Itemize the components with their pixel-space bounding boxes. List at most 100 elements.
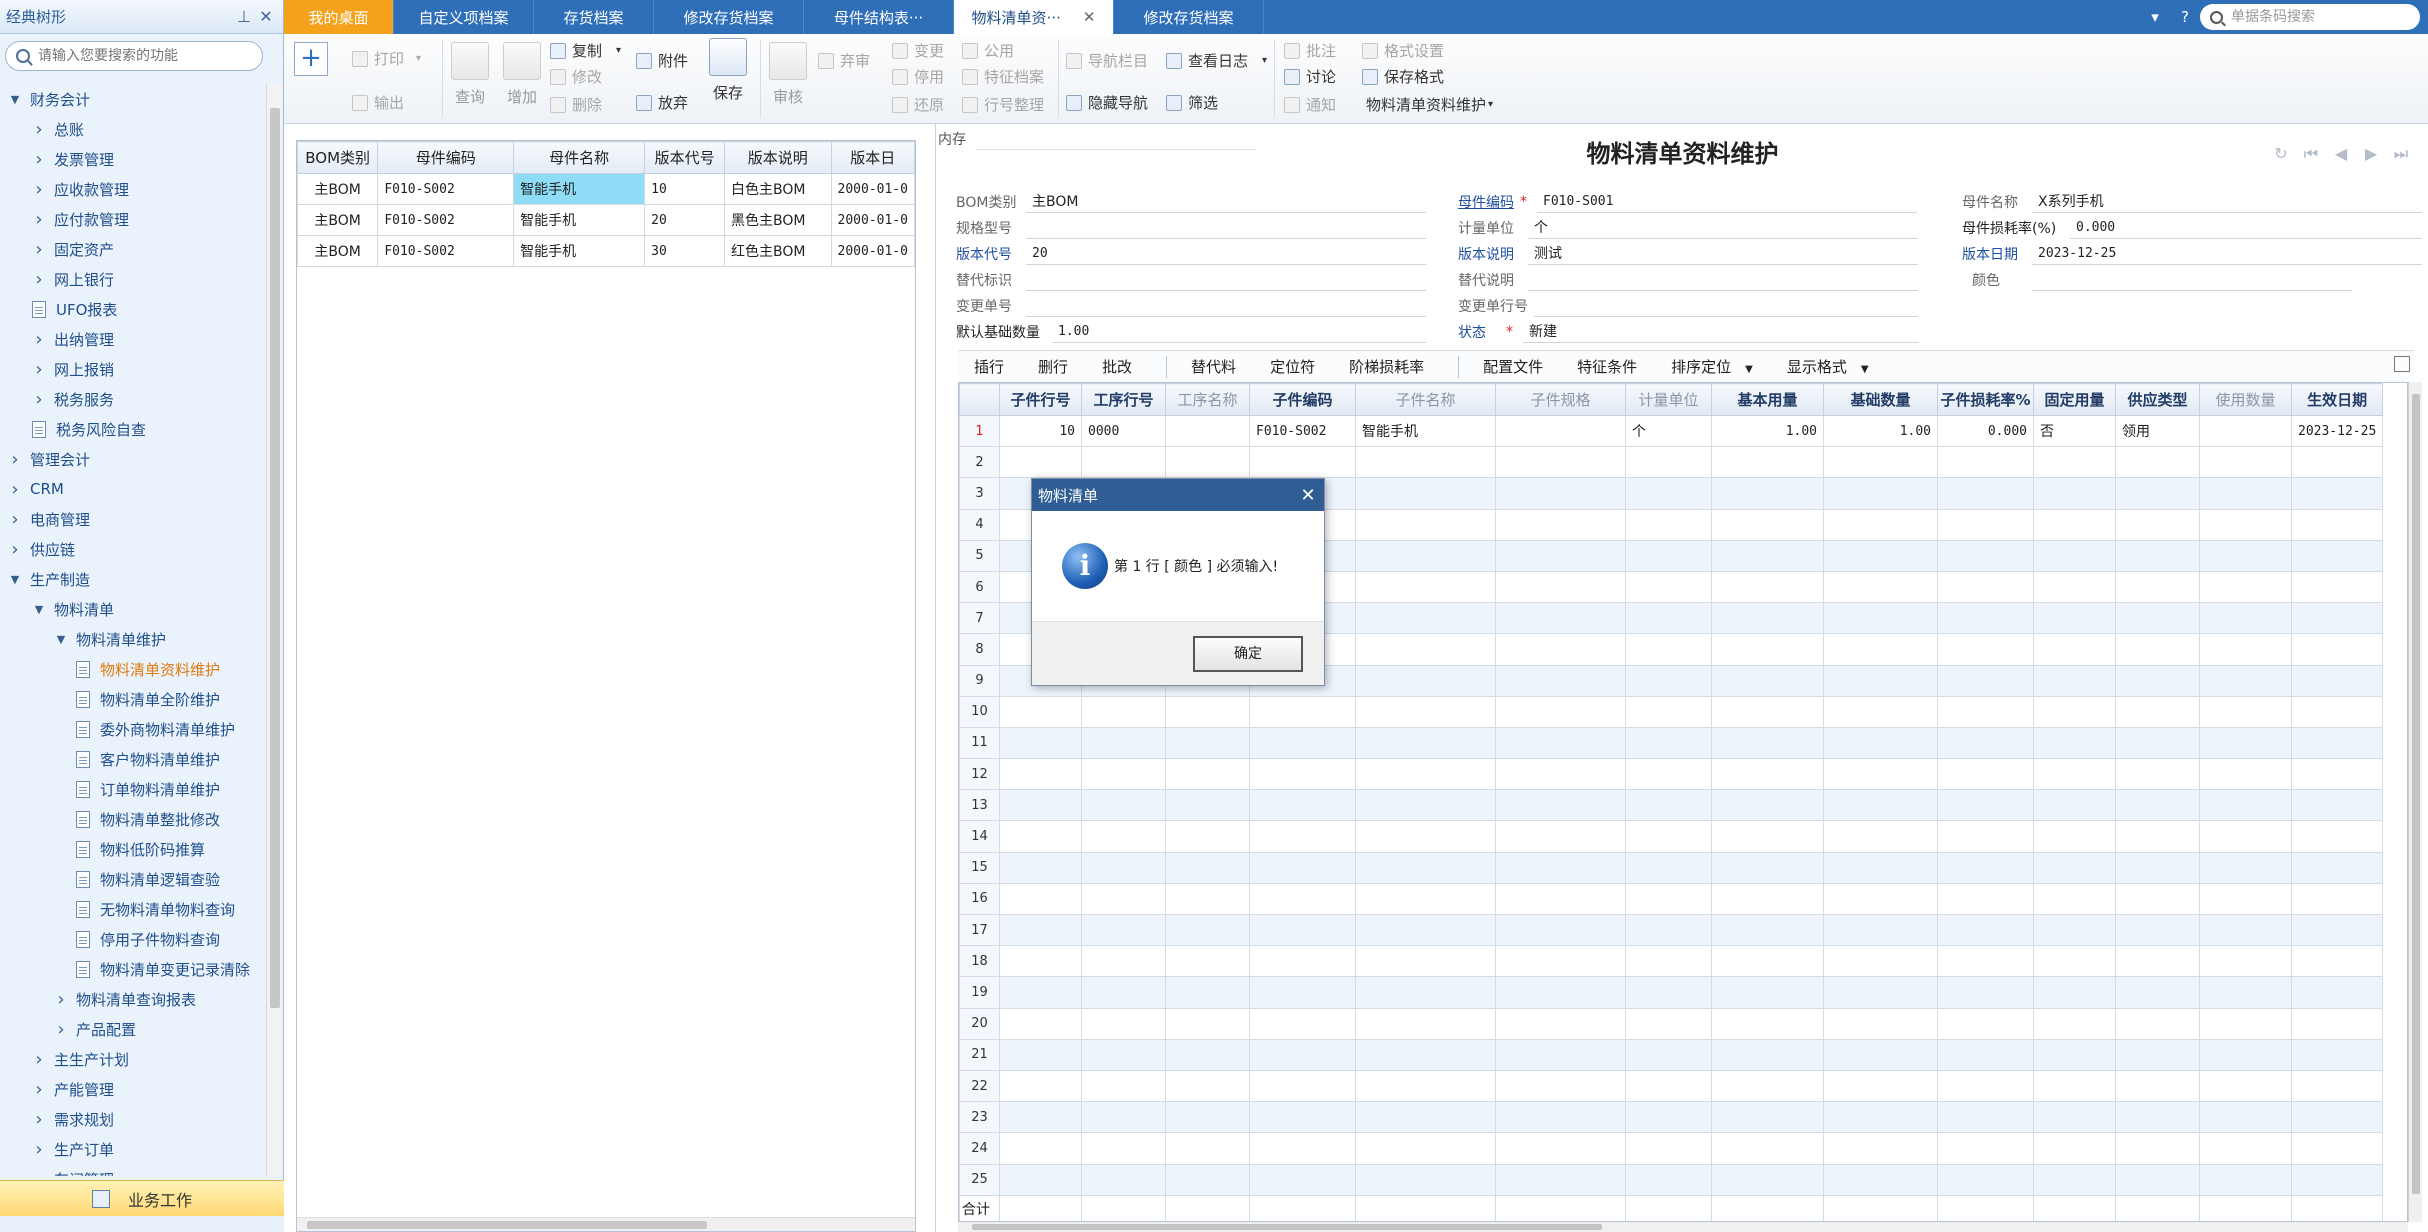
cell[interactable]	[2290, 945, 2384, 978]
sidebar-item[interactable]: › CRM	[0, 474, 266, 504]
cell[interactable]	[2199, 913, 2292, 947]
sidebar-item[interactable]: 物料清单变更记录清除	[0, 954, 266, 984]
cell[interactable]	[1823, 882, 1938, 916]
cell[interactable]	[1495, 820, 1626, 853]
cell[interactable]	[1711, 446, 1824, 479]
add-new-icon[interactable]: +	[294, 42, 328, 76]
cell[interactable]	[1823, 695, 1938, 728]
cell[interactable]	[1937, 1007, 2034, 1040]
table-row[interactable]: 15	[959, 851, 2384, 884]
cell[interactable]	[1937, 664, 2034, 697]
cell[interactable]	[1495, 633, 1626, 666]
cell[interactable]	[2290, 602, 2384, 635]
cell[interactable]	[1495, 789, 1626, 822]
cell[interactable]	[1711, 945, 1824, 978]
cell[interactable]	[2115, 945, 2200, 978]
cell[interactable]	[1711, 695, 1824, 728]
cell[interactable]	[1165, 726, 1250, 760]
copy-button[interactable]: 复制 ▾	[550, 40, 621, 61]
cell[interactable]	[1625, 1069, 1712, 1103]
cell[interactable]	[1081, 726, 1166, 760]
chevron-right-icon[interactable]: ›	[32, 179, 46, 200]
cell[interactable]	[1355, 726, 1496, 760]
cell[interactable]	[1937, 633, 2034, 666]
cell[interactable]	[1495, 539, 1626, 572]
common-button[interactable]: 公用	[962, 40, 1014, 61]
chevron-right-icon[interactable]: ›	[32, 1139, 46, 1160]
tab-bom-maintenance[interactable]: 物料清单资··· ✕	[954, 0, 1114, 34]
cell[interactable]	[2033, 570, 2116, 604]
cell[interactable]	[1165, 976, 1250, 1009]
cell[interactable]: 智能手机	[513, 204, 646, 236]
sidebar-item[interactable]: › 生产订单	[0, 1134, 266, 1164]
cell[interactable]	[1711, 1101, 1824, 1134]
cell[interactable]	[1081, 913, 1166, 947]
change-button[interactable]: 变更	[892, 40, 944, 61]
cell[interactable]	[1165, 913, 1250, 947]
cell[interactable]	[1165, 1038, 1250, 1071]
cell[interactable]	[999, 851, 1082, 884]
cell[interactable]	[2199, 789, 2292, 822]
sidebar-item[interactable]: › 车间管理	[0, 1164, 266, 1177]
table-row[interactable]: 19	[959, 976, 2384, 1009]
cell[interactable]	[1355, 1069, 1496, 1103]
cell[interactable]	[1495, 446, 1626, 479]
column-header[interactable]: 使用数量	[2199, 383, 2292, 416]
cell[interactable]	[2290, 1007, 2384, 1040]
tiered-loss-button[interactable]: 阶梯损耗率	[1349, 356, 1424, 377]
cell[interactable]	[1937, 1132, 2034, 1165]
cell[interactable]	[1495, 1069, 1626, 1103]
sidebar-item[interactable]: 订单物料清单维护	[0, 774, 266, 804]
cell[interactable]: F010-S002	[377, 173, 515, 205]
cell[interactable]	[1937, 726, 2034, 760]
sidebar-item[interactable]: 物料低阶码推算	[0, 834, 266, 864]
cell[interactable]	[1625, 945, 1712, 978]
sidebar-item[interactable]: › 物料清单查询报表	[0, 984, 266, 1014]
cell[interactable]	[1711, 602, 1824, 635]
ok-button[interactable]: 确定	[1193, 636, 1303, 672]
column-header[interactable]: 工序行号	[1081, 383, 1166, 416]
cell[interactable]: 白色主BOM	[724, 173, 832, 205]
cell[interactable]	[999, 820, 1082, 853]
cell[interactable]	[2199, 820, 2292, 853]
replace-tag-field[interactable]: 替代标识	[956, 268, 1426, 292]
cell[interactable]: 黑色主BOM	[724, 204, 832, 236]
cell[interactable]	[1081, 976, 1166, 1009]
close-icon[interactable]: ✕	[255, 7, 277, 26]
cell[interactable]	[1937, 695, 2034, 728]
cell[interactable]	[1081, 1038, 1166, 1071]
chevron-right-icon[interactable]: ›	[54, 1019, 68, 1040]
cell[interactable]	[999, 913, 1082, 947]
cell[interactable]	[1625, 1132, 1712, 1165]
cell[interactable]	[2290, 477, 2384, 510]
cell[interactable]	[1625, 820, 1712, 853]
cell[interactable]	[1081, 882, 1166, 916]
table-row[interactable]: 24	[959, 1132, 2384, 1165]
cell[interactable]: 2000-01-0	[830, 173, 915, 205]
cell[interactable]: 2000-01-0	[830, 235, 915, 267]
substitute-button[interactable]: 替代料	[1191, 356, 1236, 377]
column-header[interactable]: 版本说明	[724, 141, 832, 174]
cell[interactable]	[1165, 1132, 1250, 1165]
last-record-icon[interactable]: ⏭	[2386, 144, 2416, 164]
cell[interactable]	[999, 976, 1082, 1009]
table-row[interactable]: 10	[959, 695, 2384, 728]
column-header[interactable]: 工序名称	[1165, 383, 1250, 416]
disable-button[interactable]: 停用	[892, 66, 944, 87]
cell[interactable]	[2290, 820, 2384, 853]
cell[interactable]	[1495, 508, 1626, 541]
cell[interactable]	[2290, 695, 2384, 728]
sort-locate-button[interactable]: 排序定位 ▼	[1671, 356, 1753, 377]
cell[interactable]	[2199, 1038, 2292, 1071]
cell[interactable]	[2033, 508, 2116, 541]
cell[interactable]	[2199, 664, 2292, 697]
cell[interactable]	[2290, 508, 2384, 541]
cell[interactable]	[2033, 851, 2116, 884]
cell[interactable]	[1711, 477, 1824, 510]
cell[interactable]	[1625, 758, 1712, 791]
cell[interactable]	[1625, 1038, 1712, 1071]
cell[interactable]	[1625, 446, 1712, 479]
sidebar-item[interactable]: 停用子件物料查询	[0, 924, 266, 954]
cell[interactable]	[1711, 789, 1824, 822]
cell[interactable]	[2199, 758, 2292, 791]
